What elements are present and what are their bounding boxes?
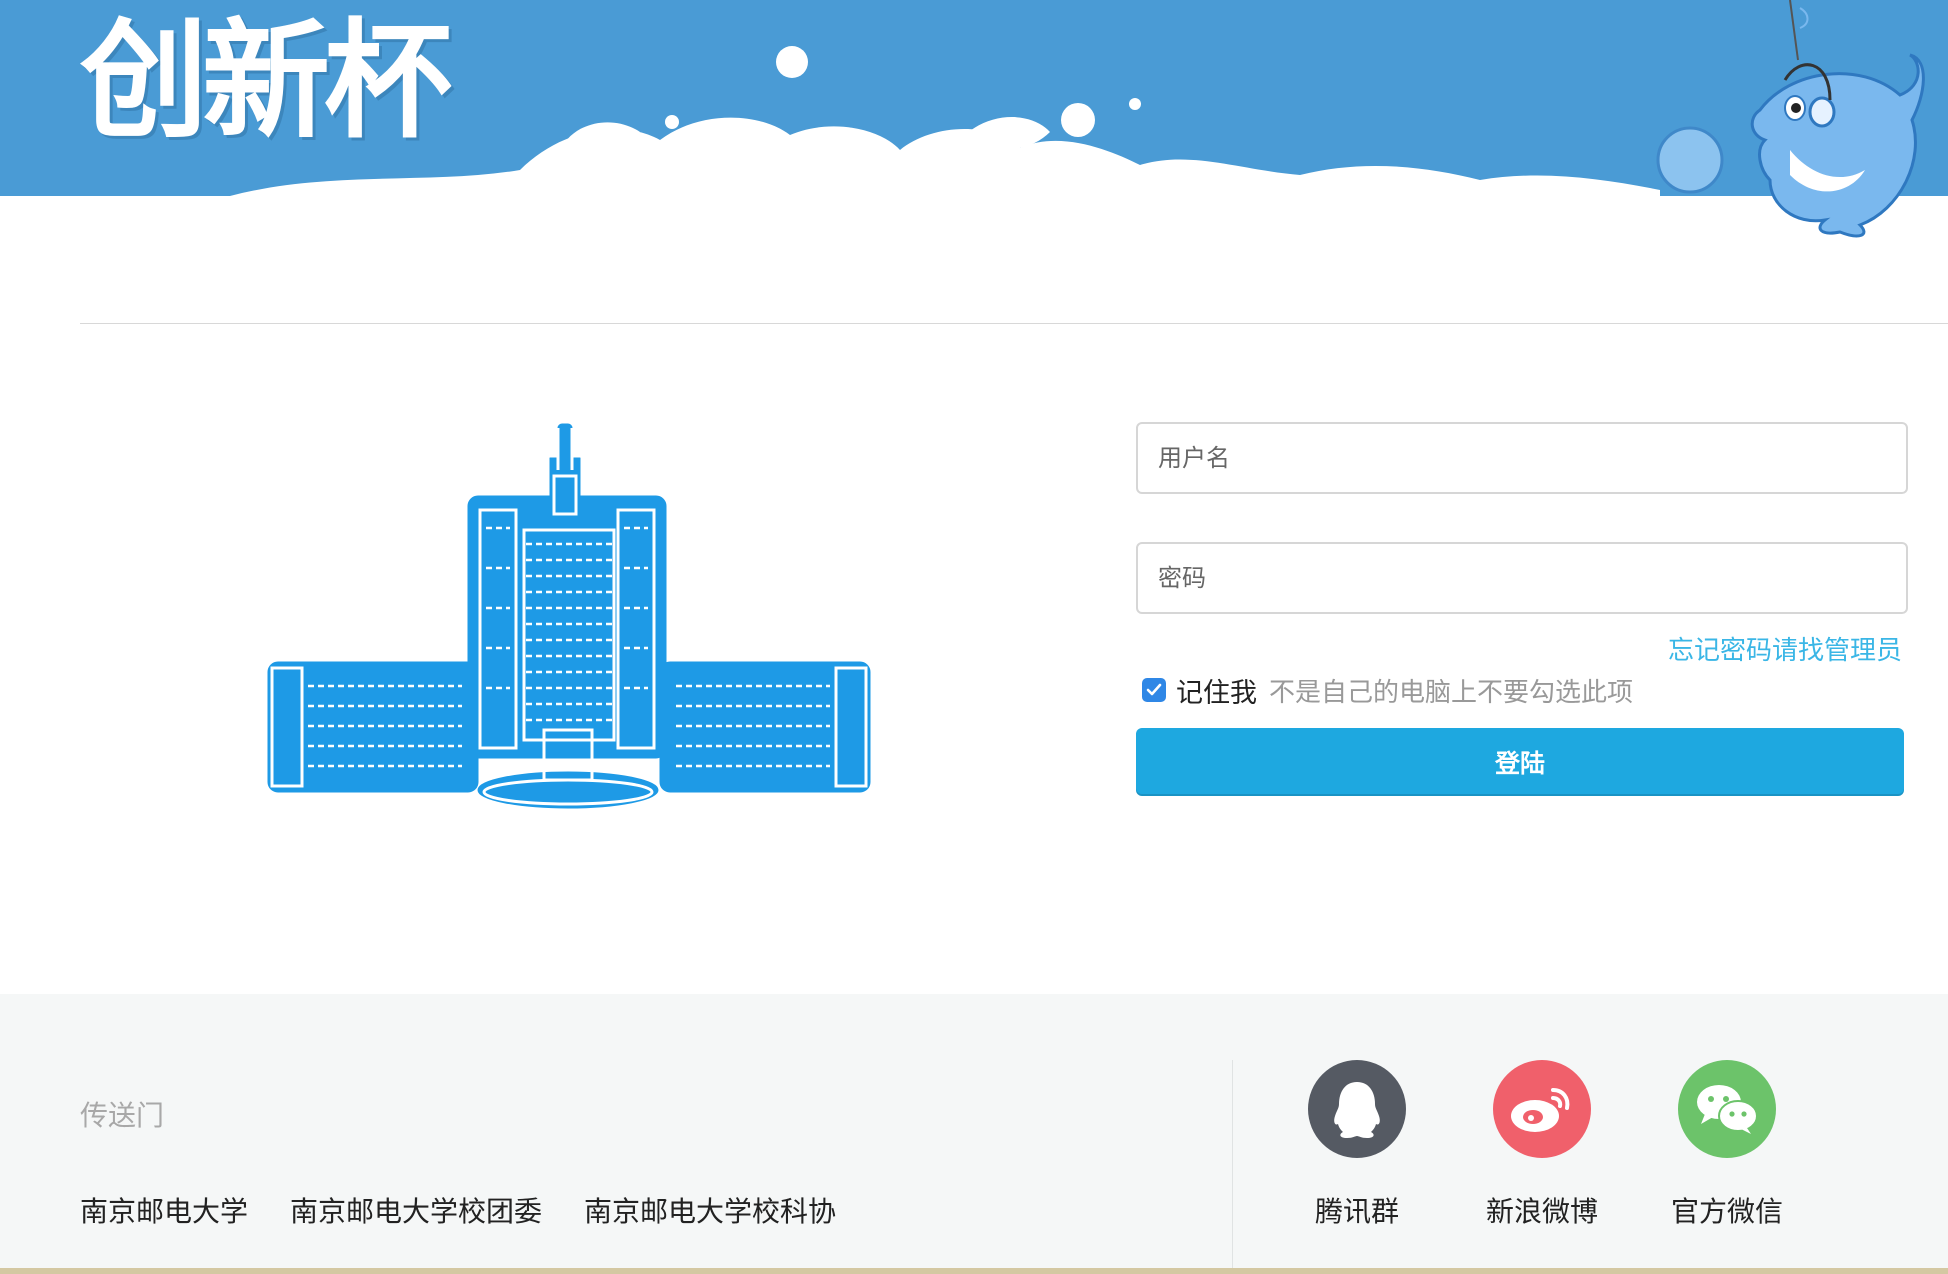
forgot-password-link[interactable]: 忘记密码请找管理员 — [1668, 630, 1902, 667]
login-form: 忘记密码请找管理员 记住我 不是自己的电脑上不要勾选此项 登陆 — [1136, 422, 1908, 796]
header-banner: 创新杯 — [0, 0, 1948, 240]
social-qq[interactable]: 腾讯群 — [1287, 1060, 1427, 1230]
footer: 传送门 南京邮电大学 南京邮电大学校团委 南京邮电大学校科协 腾讯群 新浪微博 — [0, 994, 1948, 1274]
password-input[interactable] — [1136, 542, 1908, 614]
weibo-icon[interactable] — [1493, 1060, 1591, 1158]
social-weibo-label: 新浪微博 — [1485, 1195, 1598, 1228]
portal-links: 南京邮电大学 南京邮电大学校团委 南京邮电大学校科协 — [80, 1190, 878, 1230]
portal-title: 传送门 — [80, 1099, 165, 1132]
social-wechat[interactable]: 官方微信 — [1657, 1060, 1797, 1230]
footer-separator — [1232, 1060, 1233, 1270]
login-button[interactable]: 登陆 — [1136, 728, 1904, 796]
portal-link-youth-league[interactable]: 南京邮电大学校团委 — [290, 1190, 542, 1230]
social-qq-label: 腾讯群 — [1314, 1195, 1399, 1228]
university-building-illustration — [262, 418, 876, 810]
social-wechat-label: 官方微信 — [1670, 1195, 1783, 1228]
remember-me-label[interactable]: 记住我 — [1176, 671, 1257, 710]
remember-me-hint: 不是自己的电脑上不要勾选此项 — [1269, 677, 1634, 708]
qq-icon[interactable] — [1308, 1060, 1406, 1158]
checkmark-icon — [1146, 683, 1162, 696]
portal-link-science-association[interactable]: 南京邮电大学校科协 — [584, 1190, 836, 1230]
social-weibo[interactable]: 新浪微博 — [1472, 1060, 1612, 1230]
remember-me-checkbox[interactable] — [1142, 678, 1166, 702]
username-input[interactable] — [1136, 422, 1908, 494]
remember-me-row: 记住我 不是自己的电脑上不要勾选此项 — [1142, 670, 1633, 710]
portal-link-njupt[interactable]: 南京邮电大学 — [80, 1190, 248, 1230]
wechat-icon[interactable] — [1678, 1060, 1776, 1158]
header-divider — [80, 323, 1948, 324]
brand-title: 创新杯 — [80, 7, 452, 156]
footer-bottom-strip — [0, 1268, 1948, 1274]
